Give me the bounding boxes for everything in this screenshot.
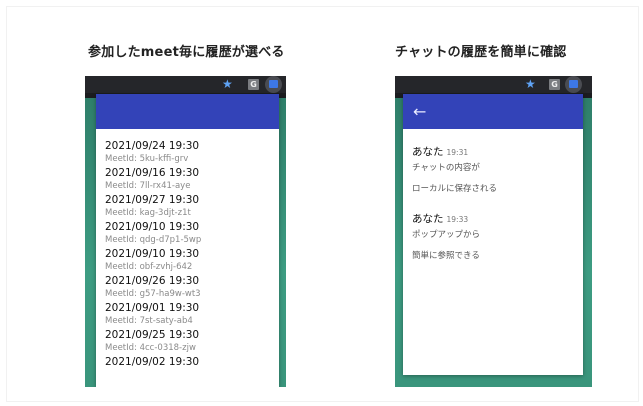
chat-history: あなた 19:31 チャットの内容が ローカルに保存される あなた 19:33 ポッ… <box>403 129 583 263</box>
g-extension-icon[interactable]: G <box>549 79 560 90</box>
meet-list-item[interactable]: 2021/09/27 19:30 MeetId: kag-3djt-z1t <box>105 193 279 220</box>
back-arrow-icon[interactable]: ← <box>413 102 426 121</box>
popup-header: ← <box>403 94 583 129</box>
message-time: 19:33 <box>446 215 469 224</box>
message-author: あなた <box>412 213 444 225</box>
bookmark-star-icon[interactable]: ★ <box>222 77 233 91</box>
meet-list-item[interactable]: 2021/09/25 19:30 MeetId: 4cc-0318-zjw <box>105 328 279 355</box>
meet-id: MeetId: kag-3djt-z1t <box>105 208 191 218</box>
popup-header <box>96 94 279 129</box>
meet-list-item[interactable]: 2021/09/02 19:30 <box>105 355 279 382</box>
screenshot-chat-history: ★ G ← あなた 19:31 チャットの内容が ローカルに保存される あなた … <box>395 76 592 387</box>
message-text: ポップアップから <box>412 230 481 240</box>
message-text: チャットの内容が <box>412 163 480 173</box>
screenshot-meet-list: ★ G 2021/09/24 19:30 MeetId: 5ku-kffi-gr… <box>85 76 286 387</box>
meet-date: 2021/09/26 19:30 <box>105 275 200 287</box>
chat-extension-icon[interactable] <box>565 76 582 93</box>
caption-right: チャットの履歴を簡単に確認 <box>395 45 567 60</box>
chat-extension-icon[interactable] <box>265 76 282 93</box>
message-text: 簡単に参照できる <box>412 251 480 261</box>
chat-message: あなた 19:33 ポップアップから 簡単に参照できる <box>412 210 583 263</box>
meet-id: MeetId: 7ll-rx41-aye <box>105 181 191 191</box>
meet-id: MeetId: qdg-d7p1-5wp <box>105 235 202 245</box>
meet-list-item[interactable]: 2021/09/24 19:30 MeetId: 5ku-kffi-grv <box>105 139 279 166</box>
meet-date: 2021/09/27 19:30 <box>105 194 200 206</box>
meet-id: MeetId: obf-zvhj-642 <box>105 262 193 272</box>
meet-id: MeetId: 4cc-0318-zjw <box>105 343 196 353</box>
caption-left: 参加したmeet毎に履歴が選べる <box>88 45 285 60</box>
meet-list-item[interactable]: 2021/09/16 19:30 MeetId: 7ll-rx41-aye <box>105 166 279 193</box>
browser-toolbar: ★ G <box>395 76 592 93</box>
message-text: ローカルに保存される <box>412 184 498 194</box>
meet-list-item[interactable]: 2021/09/10 19:30 MeetId: qdg-d7p1-5wp <box>105 220 279 247</box>
bookmark-star-icon[interactable]: ★ <box>525 77 536 91</box>
meet-id: MeetId: 7st-saty-ab4 <box>105 316 193 326</box>
meet-id: MeetId: 5ku-kffi-grv <box>105 154 189 164</box>
meet-date: 2021/09/01 19:30 <box>105 302 200 314</box>
meet-date: 2021/09/24 19:30 <box>105 140 200 152</box>
g-extension-icon[interactable]: G <box>248 79 259 90</box>
meet-date: 2021/09/10 19:30 <box>105 221 200 233</box>
extension-popup: 2021/09/24 19:30 MeetId: 5ku-kffi-grv 20… <box>96 94 279 387</box>
page-frame: 参加したmeet毎に履歴が選べる チャットの履歴を簡単に確認 ★ G 2021/… <box>6 6 639 402</box>
meet-list-item[interactable]: 2021/09/10 19:30 MeetId: obf-zvhj-642 <box>105 247 279 274</box>
meet-id: MeetId: g57-ha9w-wt3 <box>105 289 201 299</box>
meet-list: 2021/09/24 19:30 MeetId: 5ku-kffi-grv 20… <box>96 129 279 382</box>
meet-date: 2021/09/10 19:30 <box>105 248 200 260</box>
meet-list-item[interactable]: 2021/09/01 19:30 MeetId: 7st-saty-ab4 <box>105 301 279 328</box>
meet-date: 2021/09/02 19:30 <box>105 356 200 368</box>
meet-date: 2021/09/16 19:30 <box>105 167 200 179</box>
message-time: 19:31 <box>446 148 469 157</box>
chat-message: あなた 19:31 チャットの内容が ローカルに保存される <box>412 143 583 196</box>
extension-popup: ← あなた 19:31 チャットの内容が ローカルに保存される あなた 19:33 … <box>403 94 583 375</box>
message-author: あなた <box>412 146 444 158</box>
meet-list-item[interactable]: 2021/09/26 19:30 MeetId: g57-ha9w-wt3 <box>105 274 279 301</box>
browser-toolbar: ★ G <box>85 76 286 93</box>
meet-date: 2021/09/25 19:30 <box>105 329 200 341</box>
